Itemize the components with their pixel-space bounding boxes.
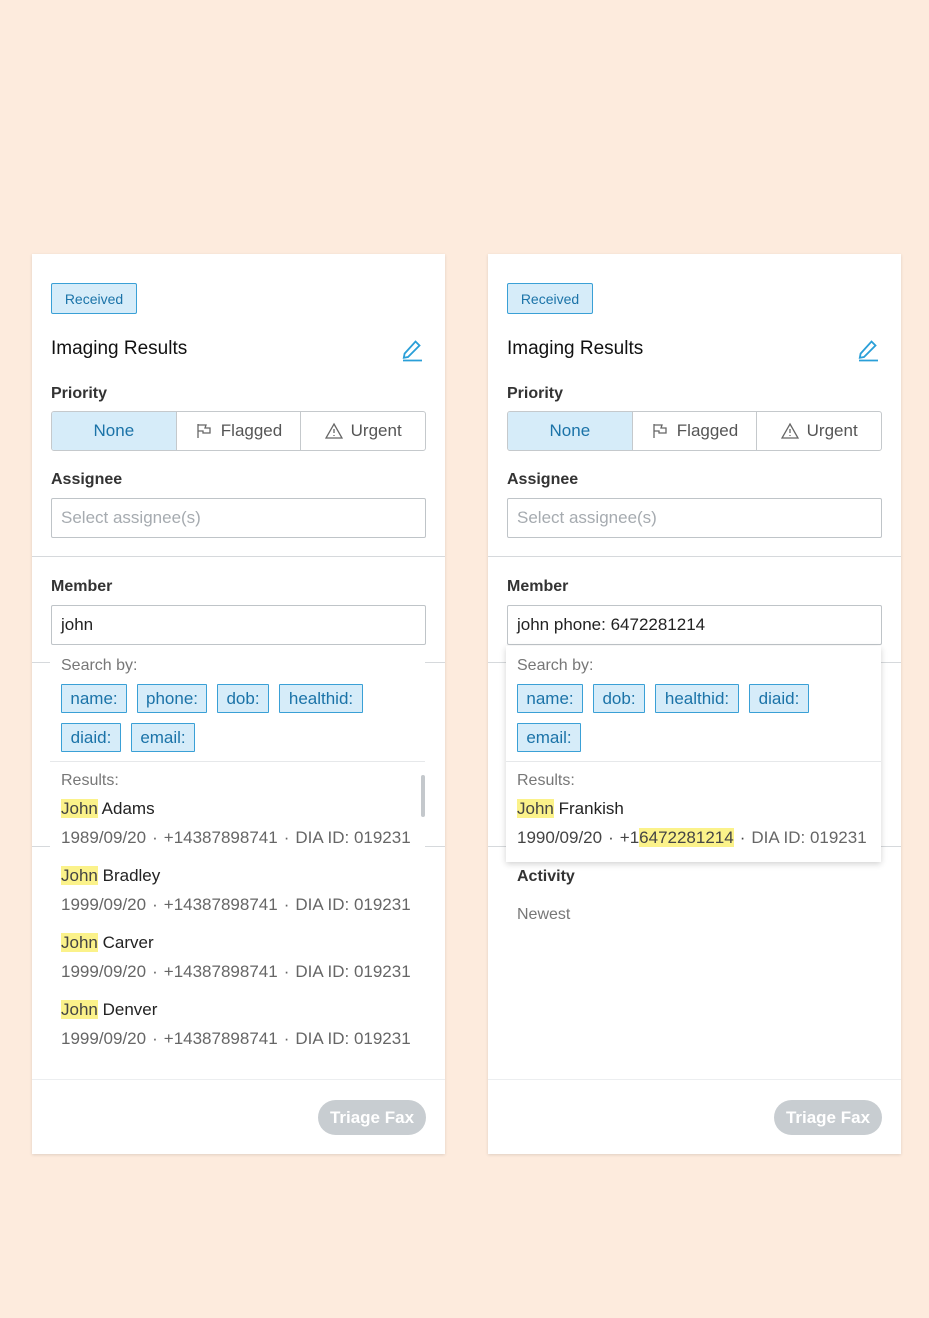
member-search-input[interactable]: john <box>51 605 426 645</box>
search-chip-diaid[interactable]: diaid: <box>749 684 809 713</box>
edit-pencil-icon[interactable] <box>400 338 424 362</box>
priority-none-option[interactable]: None <box>508 412 632 450</box>
member-search-input[interactable]: john phone: 6472281214 <box>507 605 882 645</box>
search-chip-name[interactable]: name: <box>61 684 127 713</box>
search-chip-dob[interactable]: dob: <box>593 684 645 713</box>
result-item[interactable]: John Carver 1999/09/20 · +14387898741 · DIA … <box>61 933 411 982</box>
section-divider <box>32 556 445 557</box>
result-item[interactable]: John Frankish 1990/09/20 · +16472281214 · DI… <box>517 799 867 848</box>
search-chip-name[interactable]: name: <box>517 684 583 713</box>
member-label: Member <box>51 578 113 595</box>
priority-label: Priority <box>507 385 564 402</box>
activity-label: Activity <box>517 868 575 885</box>
result-item[interactable]: John Adams 1989/09/20 · +14387898741 · DIA I… <box>61 799 411 848</box>
search-chip-email[interactable]: email: <box>517 723 581 752</box>
status-badge: Received <box>507 283 593 314</box>
priority-urgent-option[interactable]: Urgent <box>756 412 881 450</box>
results-label: Results: <box>517 772 575 789</box>
status-badge: Received <box>51 283 137 314</box>
activity-sort[interactable]: Newest <box>517 906 570 924</box>
results-scrollbar[interactable] <box>421 775 425 817</box>
warning-triangle-icon <box>324 422 343 439</box>
warning-triangle-icon <box>780 422 799 439</box>
search-chip-healthid[interactable]: healthid: <box>655 684 739 713</box>
footer-divider <box>32 1079 445 1080</box>
assignee-select[interactable]: Select assignee(s) <box>51 498 426 538</box>
priority-label: Priority <box>51 385 108 402</box>
document-title: Imaging Results <box>507 338 644 359</box>
triage-panel-left: Received Imaging Results Priority None F… <box>32 254 445 1154</box>
triage-fax-button[interactable]: Triage Fax <box>774 1100 882 1135</box>
assignee-label: Assignee <box>51 471 123 488</box>
priority-segmented-control: None Flagged Urgent <box>51 411 426 451</box>
assignee-label: Assignee <box>507 471 579 488</box>
search-chip-dob[interactable]: dob: <box>217 684 269 713</box>
section-divider <box>32 662 50 663</box>
priority-segmented-control: None Flagged Urgent <box>507 411 882 451</box>
dropdown-divider <box>506 761 881 762</box>
edit-pencil-icon[interactable] <box>856 338 880 362</box>
flag-icon <box>197 424 211 438</box>
result-item[interactable]: John Bradley 1999/09/20 · +14387898741 · DIA… <box>61 866 411 915</box>
search-chip-diaid[interactable]: diaid: <box>61 723 121 752</box>
search-chip-healthid[interactable]: healthid: <box>279 684 363 713</box>
section-divider <box>425 846 445 847</box>
priority-flagged-option[interactable]: Flagged <box>175 412 301 450</box>
document-title: Imaging Results <box>51 338 188 359</box>
section-divider <box>32 846 50 847</box>
footer-divider <box>488 1079 901 1080</box>
search-by-label: Search by: <box>61 657 138 674</box>
result-item[interactable]: John Denver 1999/09/20 · +14387898741 · DIA … <box>61 1000 411 1049</box>
search-by-label: Search by: <box>517 657 594 674</box>
dropdown-divider <box>50 761 425 762</box>
priority-none-option[interactable]: None <box>52 412 176 450</box>
section-divider <box>425 662 445 663</box>
priority-urgent-option[interactable]: Urgent <box>300 412 425 450</box>
member-search-dropdown: Search by: name: dob: healthid: diaid: e… <box>506 646 881 862</box>
search-chip-email[interactable]: email: <box>131 723 195 752</box>
priority-flagged-option[interactable]: Flagged <box>631 412 757 450</box>
flag-icon <box>653 424 667 438</box>
search-chip-phone[interactable]: phone: <box>137 684 207 713</box>
section-divider <box>488 556 901 557</box>
triage-fax-button[interactable]: Triage Fax <box>318 1100 426 1135</box>
results-label: Results: <box>61 772 119 789</box>
assignee-select[interactable]: Select assignee(s) <box>507 498 882 538</box>
triage-panel-right: Received Imaging Results Priority None F… <box>488 254 901 1154</box>
member-label: Member <box>507 578 569 595</box>
